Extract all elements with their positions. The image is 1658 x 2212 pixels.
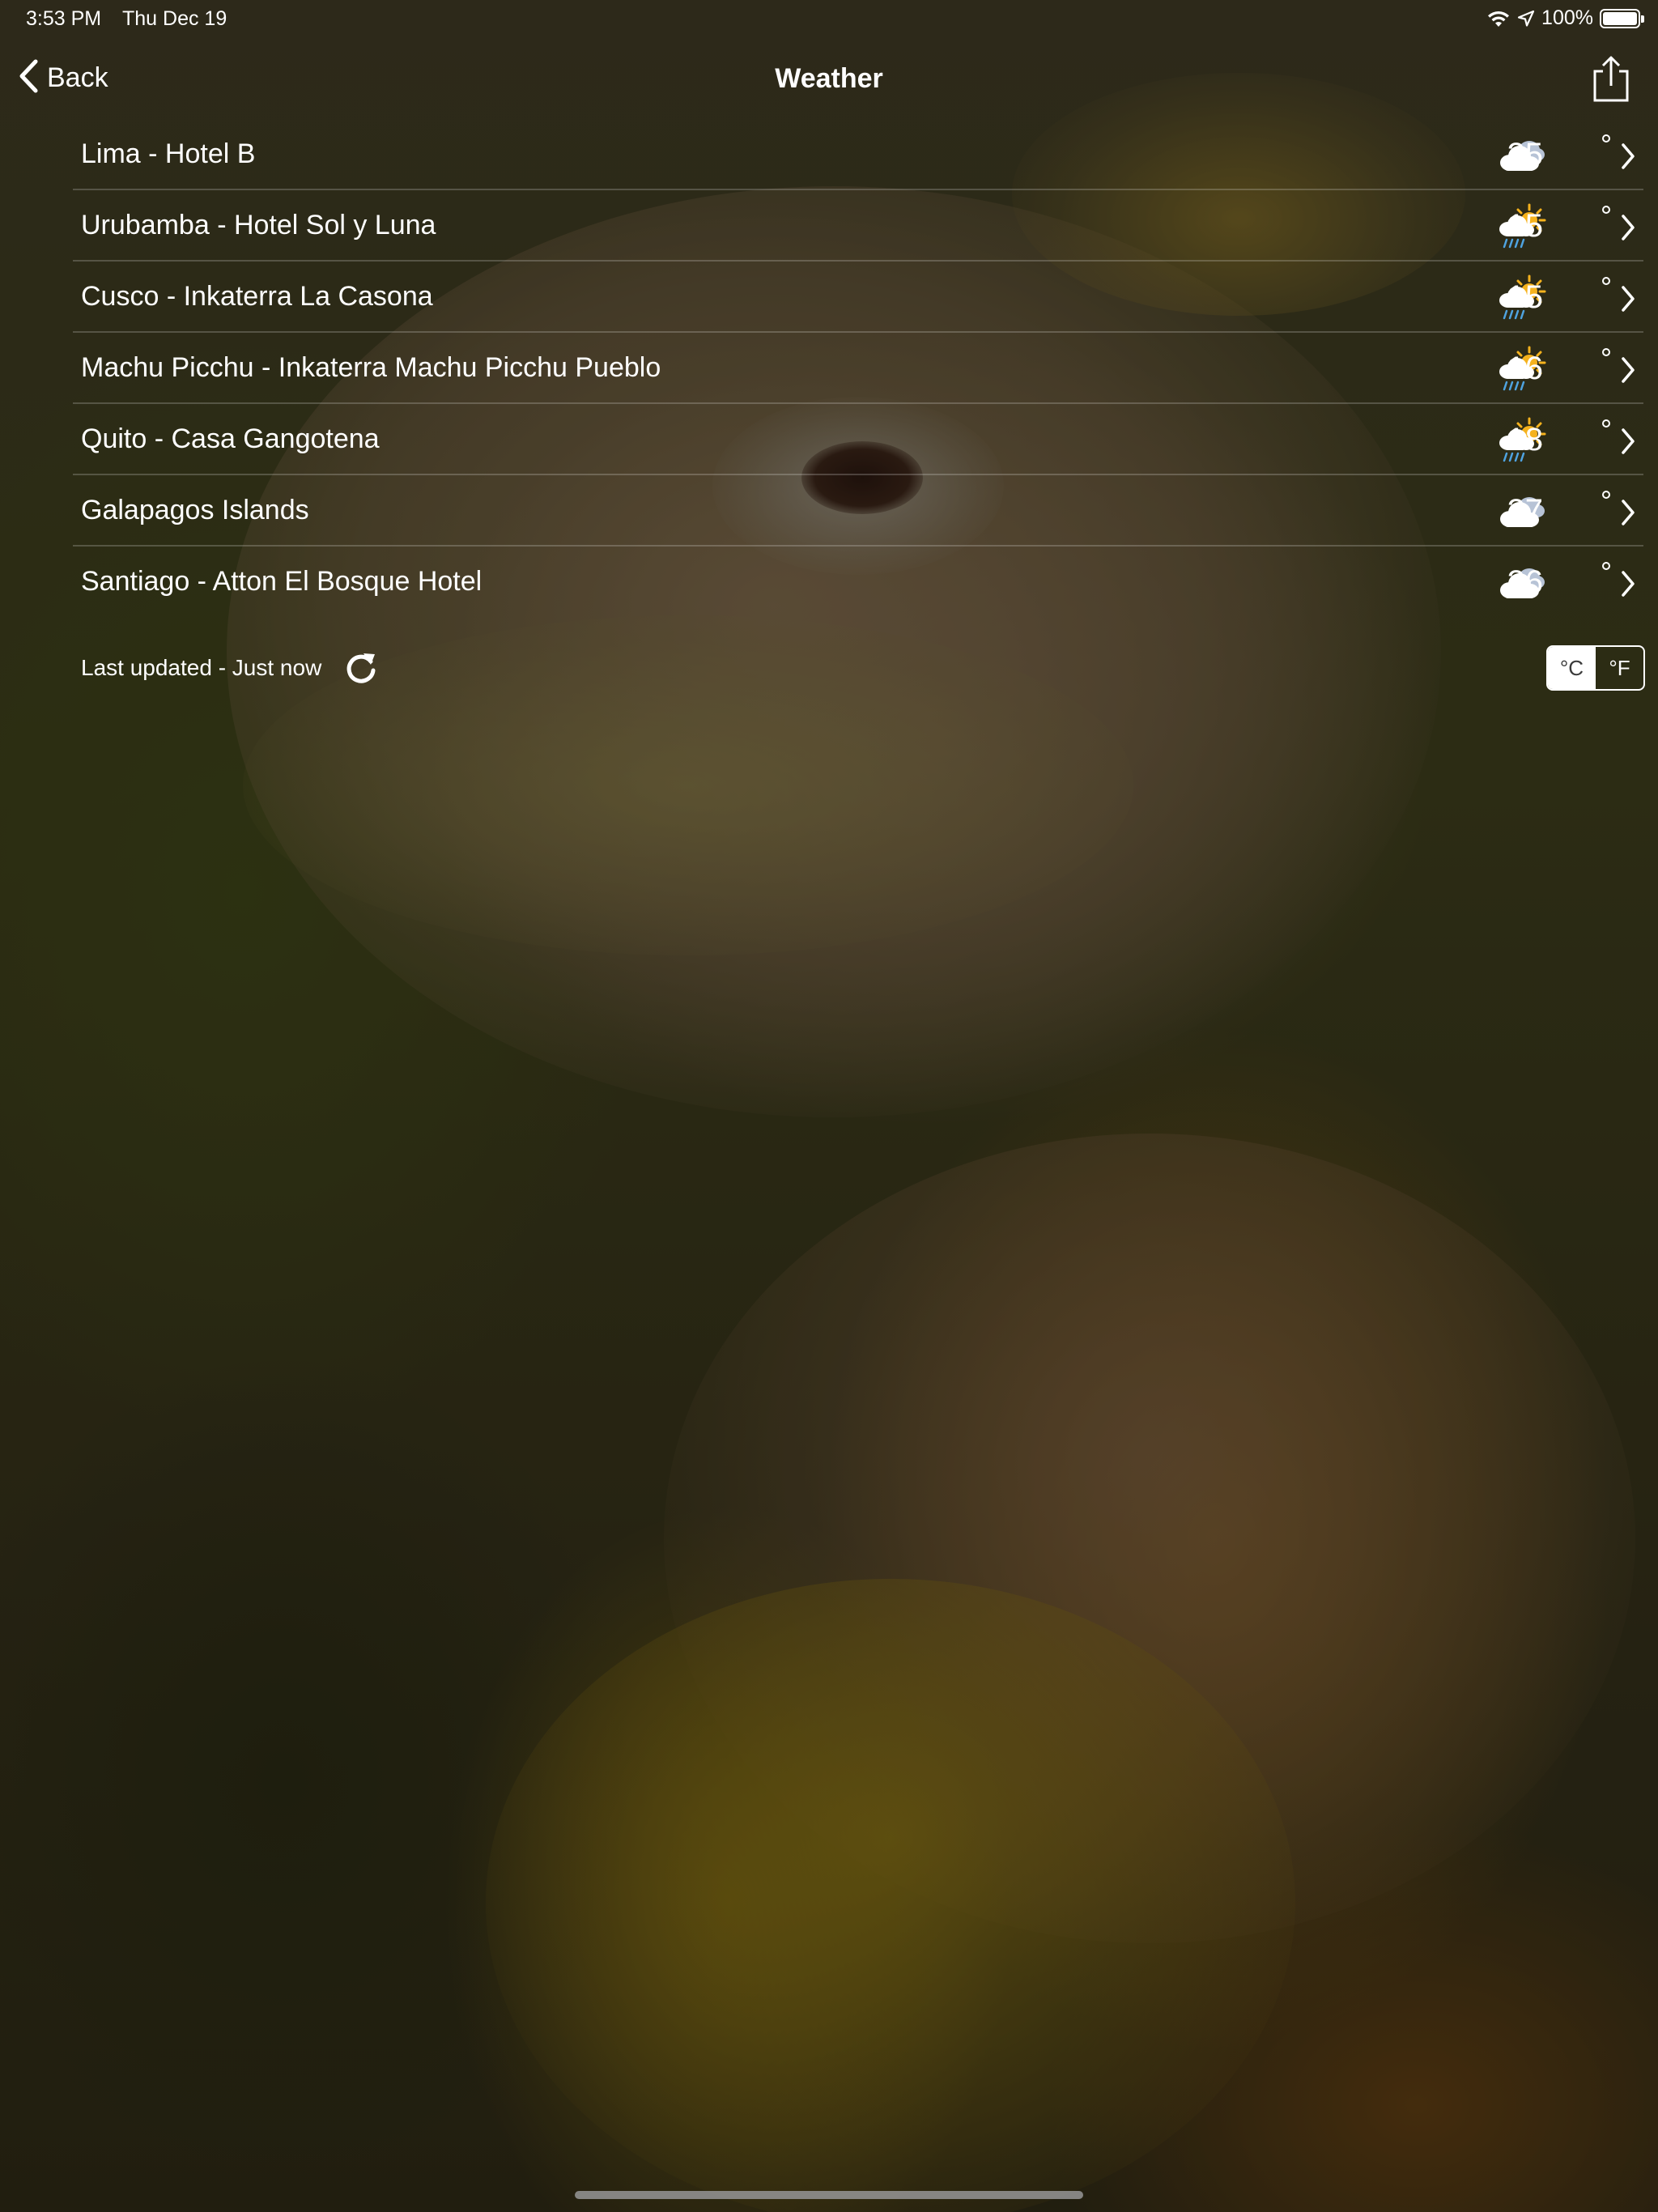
location-temperature: 26 [1507, 564, 1544, 600]
location-name: Machu Picchu - Inkaterra Machu Picchu Pu… [81, 352, 661, 383]
location-temperature: 15 [1507, 279, 1544, 315]
refresh-button[interactable] [344, 648, 380, 687]
weather-location-list: Lima - Hotel B 25 Urubamba - Hotel Sol y L… [73, 119, 1643, 618]
degree-symbol-icon [1601, 275, 1611, 285]
location-name: Lima - Hotel B [81, 138, 256, 169]
navigation-bar: Back Weather [0, 39, 1658, 120]
degree-symbol-icon [1601, 418, 1611, 428]
status-date: Thu Dec 19 [122, 7, 227, 30]
location-temperature: 18 [1507, 422, 1544, 457]
location-name: Urubamba - Hotel Sol y Luna [81, 210, 436, 240]
chevron-right-icon [1619, 142, 1637, 171]
home-indicator [575, 2191, 1083, 2199]
location-row[interactable]: Machu Picchu - Inkaterra Machu Picchu Pu… [73, 333, 1643, 404]
refresh-icon [346, 653, 376, 683]
location-name: Quito - Casa Gangotena [81, 423, 380, 454]
location-temperature: 25 [1507, 137, 1544, 172]
chevron-right-icon [1619, 569, 1637, 598]
degree-symbol-icon [1601, 560, 1611, 570]
location-row[interactable]: Lima - Hotel B 25 [73, 119, 1643, 190]
degree-symbol-icon [1601, 204, 1611, 214]
list-footer: Last updated - Just now °C °F [81, 641, 1645, 698]
status-indicators: 100% [1486, 6, 1644, 30]
degree-symbol-icon [1601, 489, 1611, 499]
chevron-right-icon [1619, 213, 1637, 242]
location-name: Galapagos Islands [81, 495, 309, 525]
status-bar: 3:53 PM Thu Dec 19 100% [0, 0, 1658, 39]
share-icon [1593, 56, 1629, 102]
unit-celsius-segment[interactable]: °C [1548, 647, 1596, 689]
location-row[interactable]: Santiago - Atton El Bosque Hotel 26 [73, 547, 1643, 618]
degree-symbol-icon [1601, 133, 1611, 143]
chevron-right-icon [1619, 355, 1637, 385]
location-row[interactable]: Quito - Casa Gangotena 18 [73, 404, 1643, 475]
location-temperature: 15 [1507, 208, 1544, 244]
battery-icon [1600, 8, 1644, 28]
unit-fahrenheit-segment[interactable]: °F [1596, 647, 1643, 689]
location-row[interactable]: Cusco - Inkaterra La Casona 15 [73, 262, 1643, 333]
share-button[interactable] [1588, 55, 1634, 104]
status-time: 3:53 PM [26, 7, 102, 30]
wifi-icon [1486, 9, 1511, 28]
location-name: Santiago - Atton El Bosque Hotel [81, 566, 483, 597]
location-row[interactable]: Urubamba - Hotel Sol y Luna 15 [73, 190, 1643, 262]
chevron-right-icon [1619, 498, 1637, 527]
temperature-unit-toggle[interactable]: °C °F [1546, 645, 1645, 691]
location-name: Cusco - Inkaterra La Casona [81, 281, 433, 312]
location-temperature: 16 [1507, 351, 1544, 386]
battery-percent: 100% [1541, 6, 1593, 29]
location-arrow-icon [1517, 10, 1535, 28]
degree-symbol-icon [1601, 347, 1611, 356]
page-title: Weather [775, 63, 883, 94]
chevron-right-icon [1619, 284, 1637, 313]
location-row[interactable]: Galapagos Islands 27 [73, 475, 1643, 547]
chevron-right-icon [1619, 427, 1637, 456]
location-temperature: 27 [1507, 493, 1544, 529]
last-updated-label: Last updated - Just now [81, 655, 322, 680]
